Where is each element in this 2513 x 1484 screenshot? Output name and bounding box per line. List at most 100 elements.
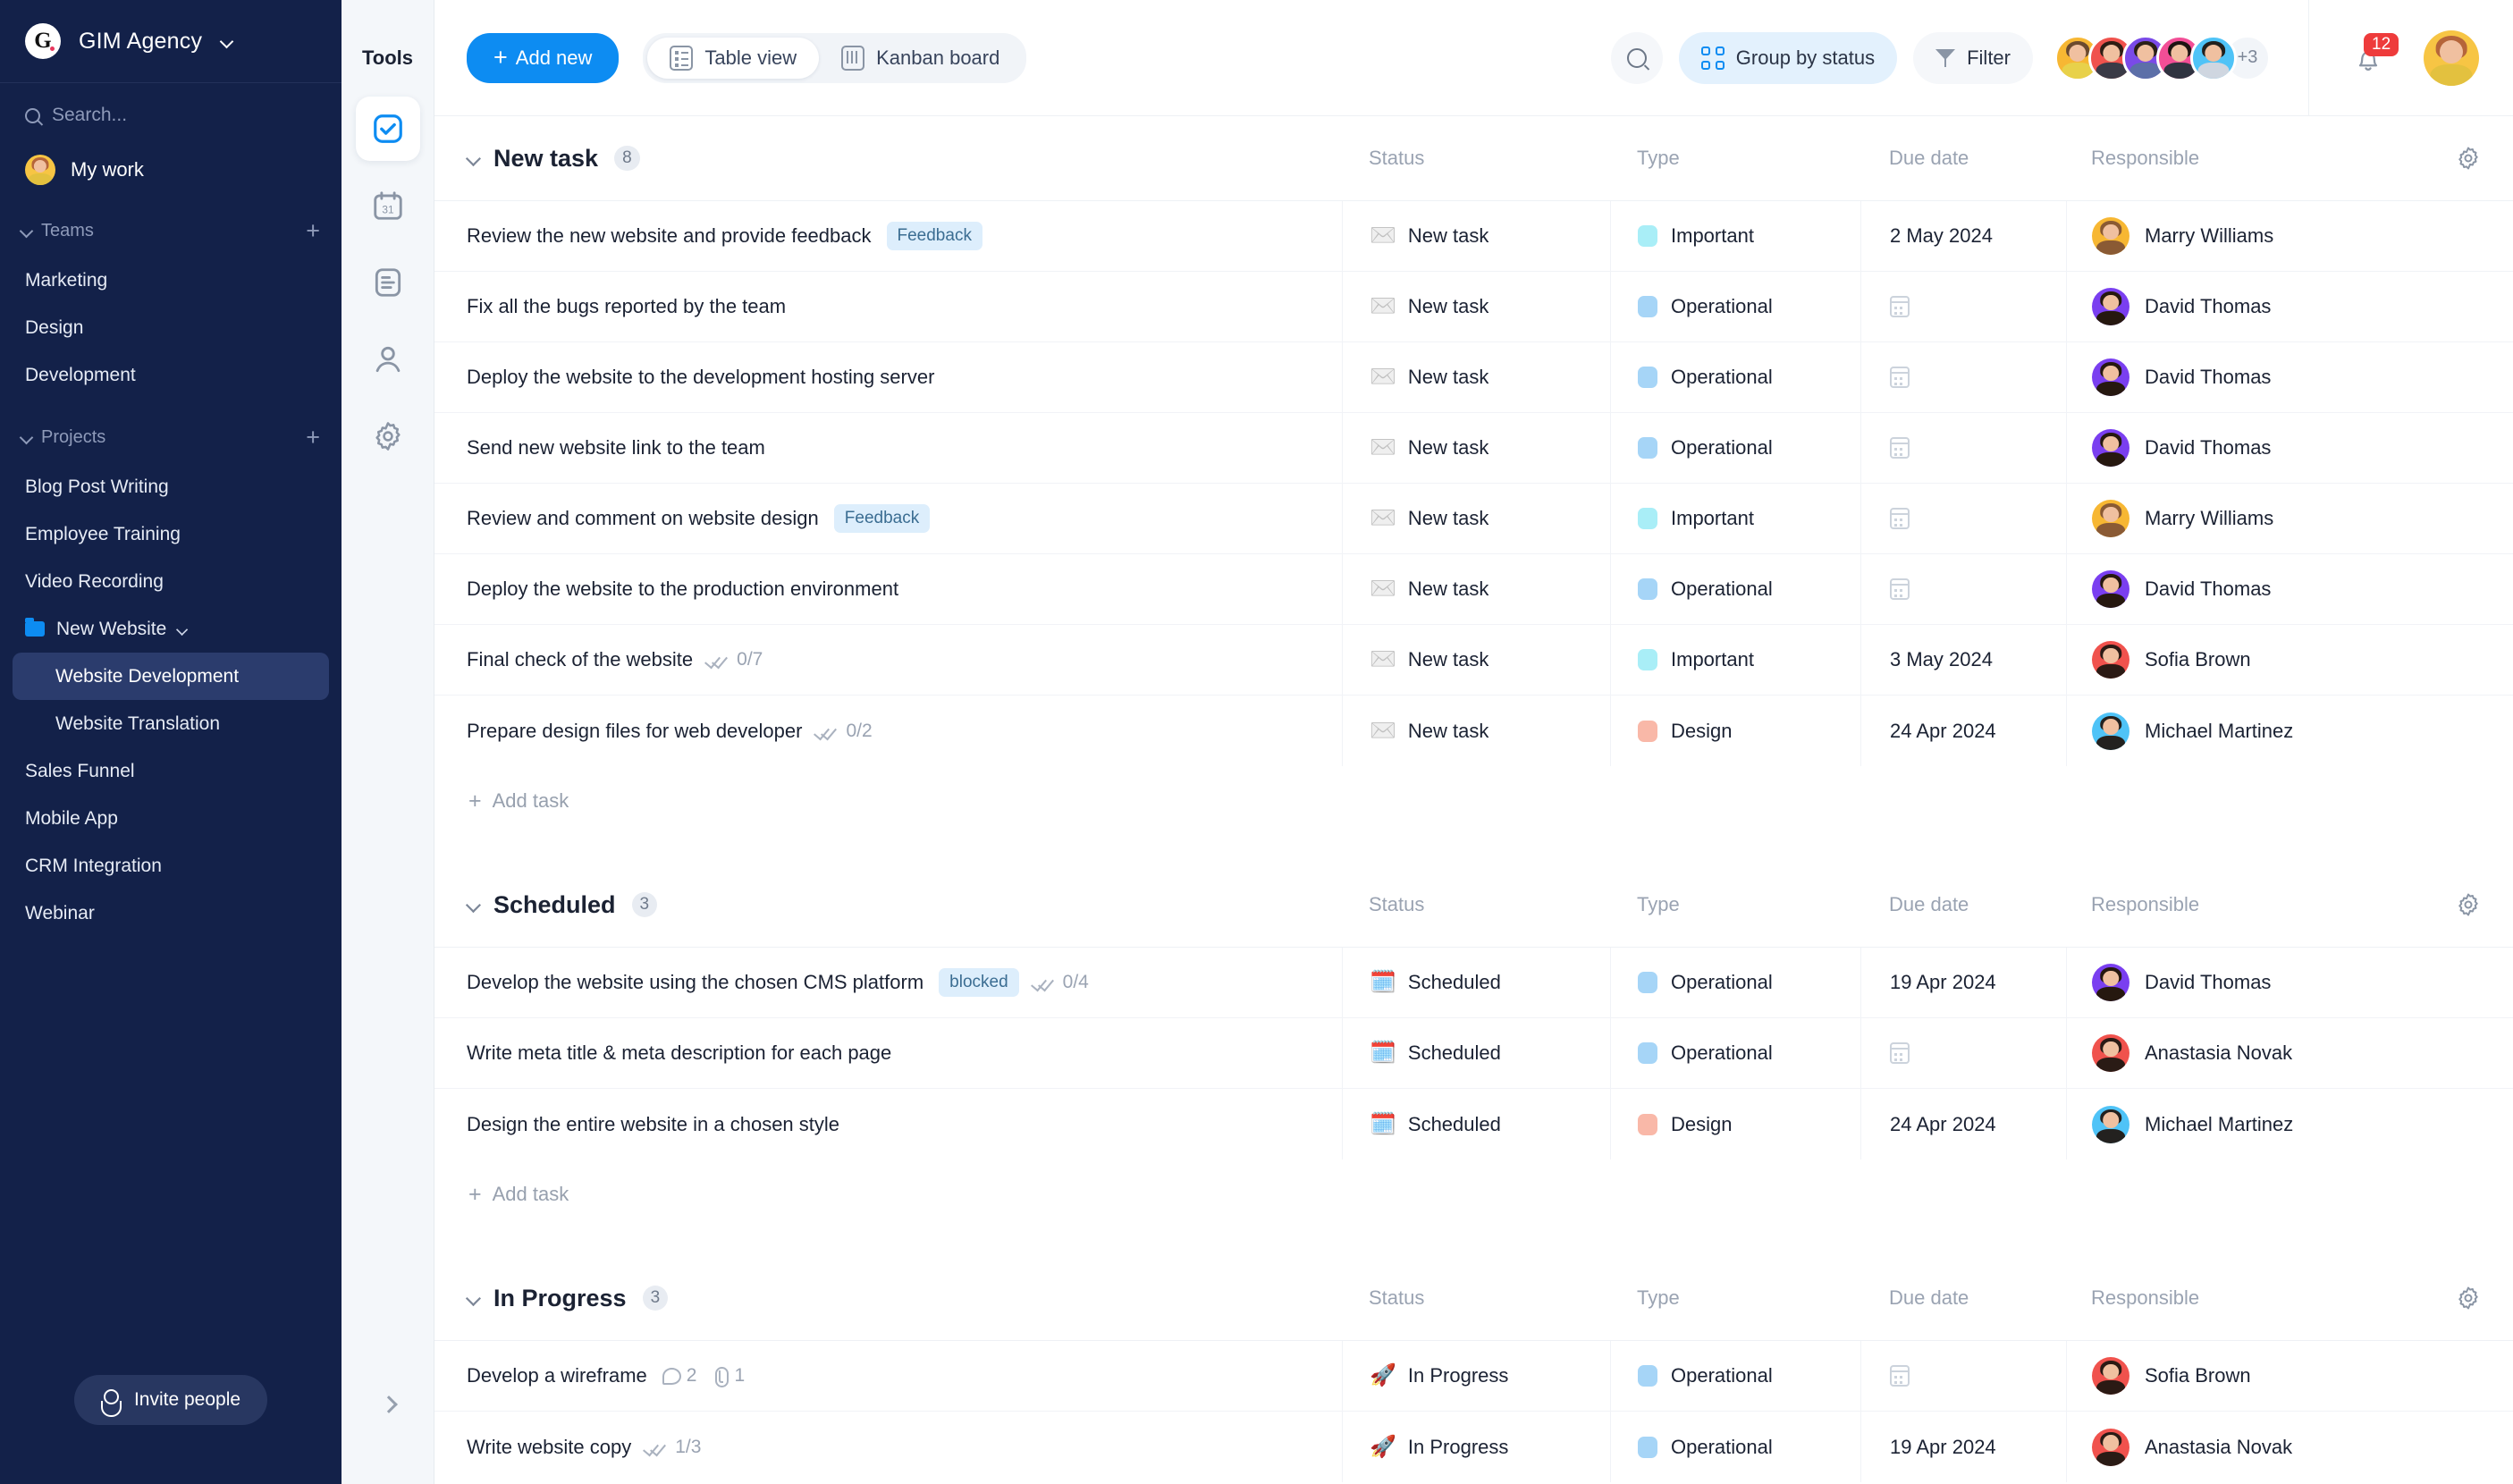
task-cell[interactable]: Review the new website and provide feedb… <box>434 222 1342 250</box>
add-team-button[interactable]: + <box>306 218 320 243</box>
tab-kanban-board[interactable]: Kanban board <box>819 38 1022 79</box>
member-avatars[interactable]: +3 <box>2054 34 2271 81</box>
table-row[interactable]: Design the entire website in a chosen st… <box>434 1089 2513 1159</box>
column-settings-button[interactable] <box>2424 891 2513 918</box>
task-responsible[interactable]: Michael Martinez <box>2066 696 2424 766</box>
task-status[interactable]: 🗓️ Scheduled <box>1342 1089 1610 1159</box>
sidebar-item-sales-funnel[interactable]: Sales Funnel <box>0 747 342 795</box>
task-cell[interactable]: Write website copy 1/3 <box>434 1436 1342 1459</box>
chevron-down-icon[interactable] <box>466 897 482 913</box>
add-project-button[interactable]: + <box>306 425 320 450</box>
task-type[interactable]: Operational <box>1610 553 1860 625</box>
task-status[interactable]: ✉️ New task <box>1342 696 1610 766</box>
task-due-cell[interactable] <box>1860 271 2066 342</box>
task-cell[interactable]: Develop a wireframe 2 1 <box>434 1364 1342 1387</box>
task-due-cell[interactable]: 24 Apr 2024 <box>1860 696 2066 766</box>
task-due-cell[interactable] <box>1860 412 2066 484</box>
task-due-cell[interactable]: 3 May 2024 <box>1860 624 2066 696</box>
calendar-empty-icon[interactable] <box>1890 508 1910 529</box>
table-row[interactable]: Deploy the website to the development ho… <box>434 341 2513 413</box>
task-type[interactable]: Operational <box>1610 1412 1860 1482</box>
expand-sidebar-button[interactable] <box>372 1387 404 1420</box>
column-settings-button[interactable] <box>2424 1285 2513 1311</box>
task-due-cell[interactable]: 2 May 2024 <box>1860 200 2066 272</box>
table-row[interactable]: Write website copy 1/3 🚀 In Progress Oper… <box>434 1412 2513 1482</box>
workspace-switcher[interactable]: G GIM Agency <box>0 0 342 83</box>
task-cell[interactable]: Fix all the bugs reported by the team <box>434 295 1342 318</box>
task-cell[interactable]: Deploy the website to the development ho… <box>434 366 1342 389</box>
task-status[interactable]: ✉️ New task <box>1342 624 1610 696</box>
task-status[interactable]: ✉️ New task <box>1342 412 1610 484</box>
section-header[interactable]: In Progress 3 Status Type Due date Respo… <box>434 1256 2513 1340</box>
task-due-cell[interactable]: 19 Apr 2024 <box>1860 1412 2066 1482</box>
task-tag[interactable]: Feedback <box>886 222 982 250</box>
table-row[interactable]: Deploy the website to the production env… <box>434 553 2513 625</box>
sidebar-item-mobile-app[interactable]: Mobile App <box>0 795 342 842</box>
task-due-cell[interactable]: 24 Apr 2024 <box>1860 1089 2066 1159</box>
task-cell[interactable]: Deploy the website to the production env… <box>434 578 1342 601</box>
tool-tasks[interactable] <box>355 97 420 161</box>
task-status[interactable]: ✉️ New task <box>1342 271 1610 342</box>
table-row[interactable]: Final check of the website 0/7 ✉️ New tas… <box>434 624 2513 696</box>
add-task-button[interactable]: + Add task <box>434 766 2513 836</box>
task-cell[interactable]: Write meta title & meta description for … <box>434 1041 1342 1065</box>
task-responsible[interactable]: Sofia Brown <box>2066 1340 2424 1412</box>
task-type[interactable]: Important <box>1610 624 1860 696</box>
sidebar-item-blog-post-writing[interactable]: Blog Post Writing <box>0 463 342 510</box>
tool-settings[interactable] <box>356 404 420 468</box>
task-type[interactable]: Important <box>1610 200 1860 272</box>
task-responsible[interactable]: David Thomas <box>2066 412 2424 484</box>
task-due-cell[interactable] <box>1860 483 2066 554</box>
chevron-down-icon[interactable] <box>466 1290 482 1306</box>
sidebar-group-teams[interactable]: Teams + <box>0 205 342 257</box>
sidebar-item-employee-training[interactable]: Employee Training <box>0 510 342 558</box>
task-cell[interactable]: Review and comment on website design Feed… <box>434 504 1342 533</box>
task-cell[interactable]: Design the entire website in a chosen st… <box>434 1113 1342 1136</box>
task-status[interactable]: 🗓️ Scheduled <box>1342 1017 1610 1089</box>
task-responsible[interactable]: Marry Williams <box>2066 483 2424 554</box>
calendar-empty-icon[interactable] <box>1890 437 1910 459</box>
sidebar-group-projects[interactable]: Projects + <box>0 411 342 463</box>
tab-table-view[interactable]: Table view <box>647 37 820 79</box>
task-type[interactable]: Design <box>1610 1089 1860 1159</box>
task-type[interactable]: Important <box>1610 483 1860 554</box>
task-due-cell[interactable] <box>1860 341 2066 413</box>
task-cell[interactable]: Develop the website using the chosen CMS… <box>434 968 1342 997</box>
sidebar-item-website-translation[interactable]: Website Translation <box>0 700 342 747</box>
task-type[interactable]: Operational <box>1610 341 1860 413</box>
task-responsible[interactable]: Anastasia Novak <box>2066 1412 2424 1482</box>
sidebar-item-video-recording[interactable]: Video Recording <box>0 558 342 605</box>
chevron-down-icon[interactable] <box>466 150 482 166</box>
calendar-empty-icon[interactable] <box>1890 296 1910 317</box>
tool-calendar[interactable]: 31 <box>356 173 420 238</box>
search-button[interactable] <box>1610 31 1663 84</box>
sidebar-item-marketing[interactable]: Marketing <box>0 257 342 304</box>
task-status[interactable]: ✉️ New task <box>1342 553 1610 625</box>
sidebar-item-new-website[interactable]: New Website <box>0 605 342 653</box>
section-header[interactable]: New task 8 Status Type Due date Responsi… <box>434 116 2513 200</box>
table-row[interactable]: Prepare design files for web developer 0/… <box>434 696 2513 766</box>
calendar-empty-icon[interactable] <box>1890 578 1910 600</box>
task-due-cell[interactable] <box>1860 1340 2066 1412</box>
table-row[interactable]: Develop a wireframe 2 1 🚀 In Progress Oper… <box>434 1340 2513 1412</box>
task-tag[interactable]: blocked <box>939 968 1019 997</box>
task-status[interactable]: ✉️ New task <box>1342 483 1610 554</box>
task-due-cell[interactable]: 19 Apr 2024 <box>1860 947 2066 1018</box>
task-cell[interactable]: Send new website link to the team <box>434 436 1342 460</box>
task-tag[interactable]: Feedback <box>833 504 931 533</box>
table-row[interactable]: Send new website link to the team ✉️ New… <box>434 412 2513 484</box>
sidebar-item-development[interactable]: Development <box>0 351 342 399</box>
table-row[interactable]: Write meta title & meta description for … <box>434 1017 2513 1089</box>
task-status[interactable]: 🚀 In Progress <box>1342 1340 1610 1412</box>
task-cell[interactable]: Prepare design files for web developer 0/… <box>434 720 1342 743</box>
section-header[interactable]: Scheduled 3 Status Type Due date Respons… <box>434 863 2513 947</box>
tool-contacts[interactable] <box>356 327 420 392</box>
add-task-button[interactable]: + Add task <box>434 1159 2513 1229</box>
sidebar-item-webinar[interactable]: Webinar <box>0 890 342 937</box>
task-responsible[interactable]: David Thomas <box>2066 271 2424 342</box>
task-type[interactable]: Operational <box>1610 412 1860 484</box>
task-type[interactable]: Operational <box>1610 1017 1860 1089</box>
task-due-cell[interactable] <box>1860 1017 2066 1089</box>
task-type[interactable]: Operational <box>1610 1340 1860 1412</box>
tool-documents[interactable] <box>356 250 420 315</box>
